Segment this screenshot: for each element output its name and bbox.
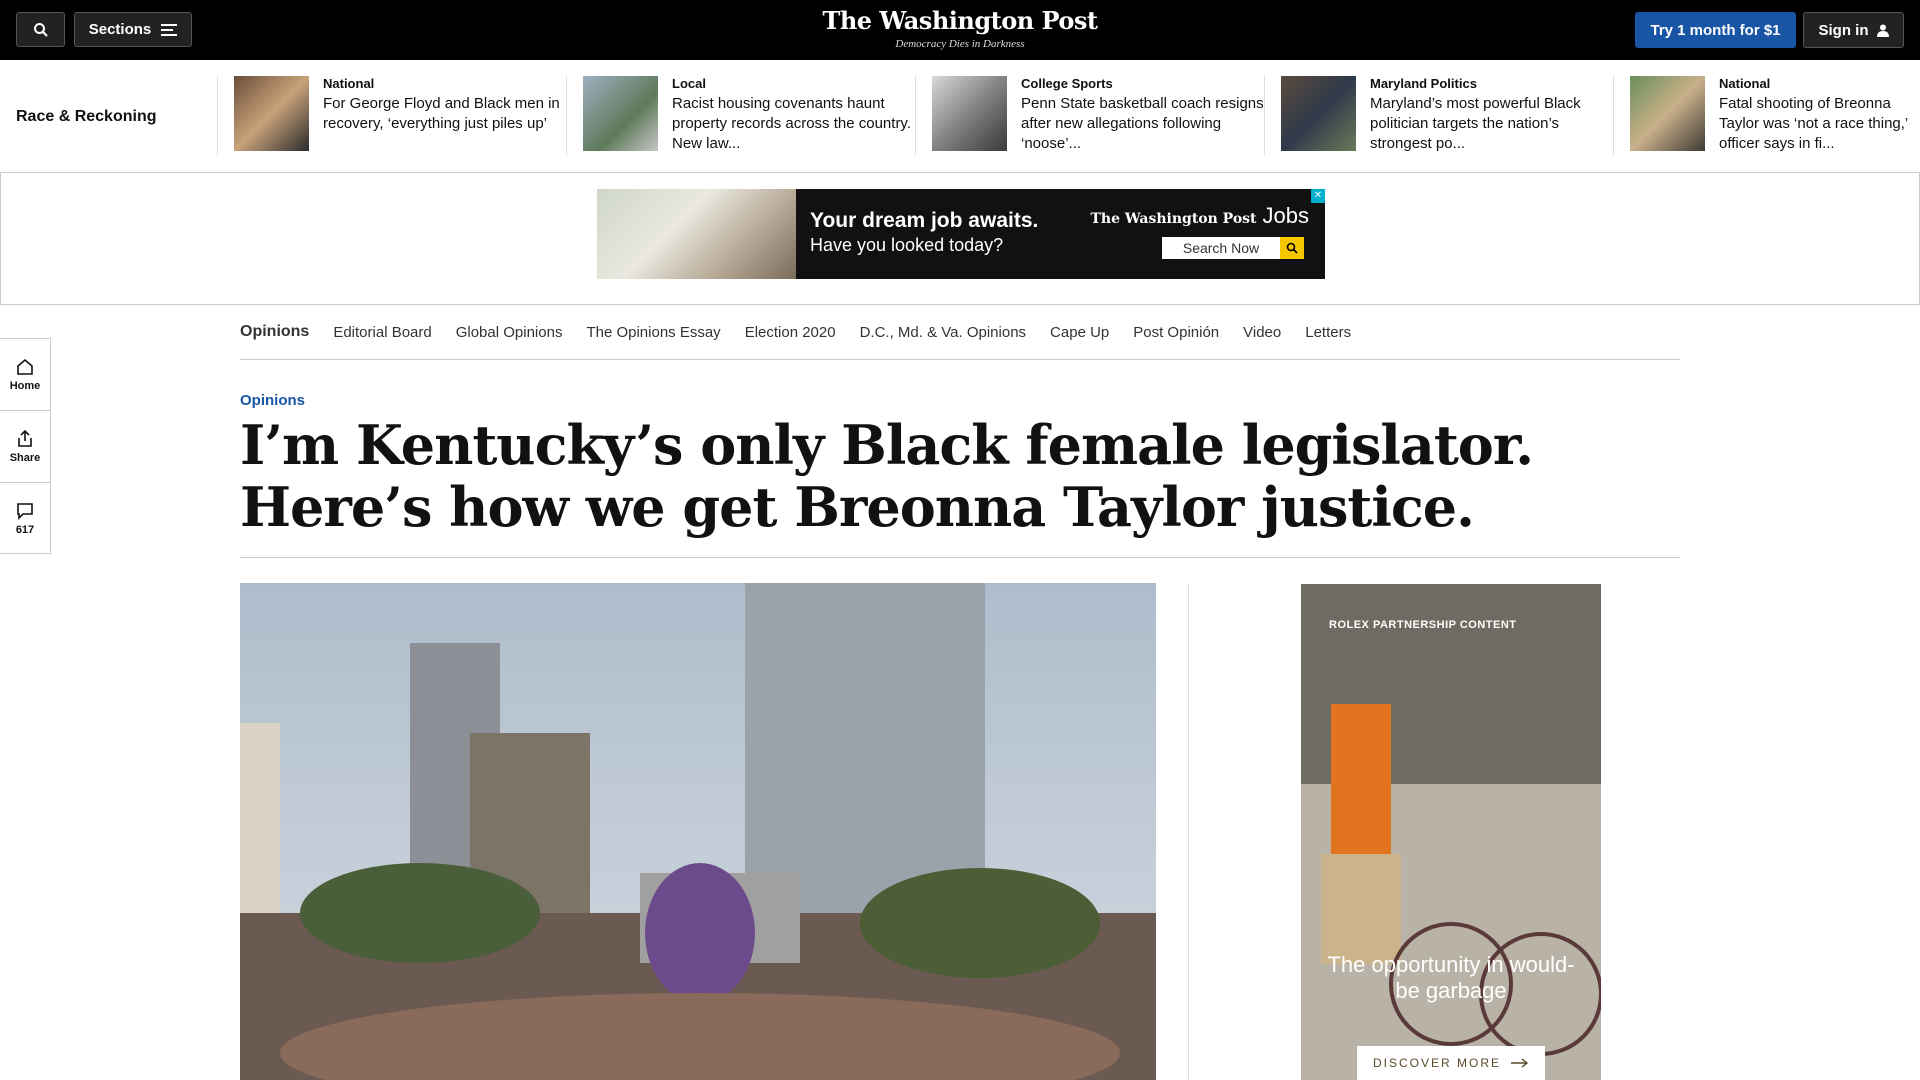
strip-item[interactable]: National Fatal shooting of Breonna Taylo… <box>1613 76 1920 155</box>
nav-dc-md-va[interactable]: D.C., Md. & Va. Opinions <box>860 324 1026 341</box>
search-button[interactable] <box>16 12 65 47</box>
column-divider <box>1188 583 1189 1080</box>
search-icon <box>1286 242 1298 254</box>
search-icon <box>33 22 48 37</box>
strip-headline[interactable]: Racist housing covenants haunt property … <box>672 94 915 154</box>
share-icon <box>18 429 32 447</box>
strip-item[interactable]: Maryland Politics Maryland’s most powerf… <box>1264 76 1613 155</box>
ad-search-button[interactable]: Search Now <box>1162 237 1280 259</box>
strip-thumbnail[interactable] <box>583 76 658 151</box>
strip-kicker[interactable]: Maryland Politics <box>1370 76 1613 92</box>
strip-headline[interactable]: For George Floyd and Black men in recove… <box>323 94 566 134</box>
sign-in-button[interactable]: Sign in <box>1803 12 1904 48</box>
sections-button[interactable]: Sections <box>74 12 192 47</box>
strip-item[interactable]: National For George Floyd and Black men … <box>217 76 566 155</box>
rail-share-button[interactable]: Share <box>0 411 50 483</box>
subscribe-button[interactable]: Try 1 month for $1 <box>1635 12 1796 48</box>
site-tagline: Democracy Dies in Darkness <box>895 38 1025 50</box>
nav-cape-up[interactable]: Cape Up <box>1050 324 1109 341</box>
strip-thumbnail[interactable] <box>1281 76 1356 151</box>
opinions-nav: Opinions Editorial Board Global Opinions… <box>240 305 1680 360</box>
strip-kicker[interactable]: National <box>323 76 566 92</box>
headline-divider <box>240 557 1680 558</box>
ad-container: Your dream job awaits. Have you looked t… <box>0 172 1920 305</box>
lead-photo-illustration <box>240 583 1156 1080</box>
strip-headline[interactable]: Maryland’s most powerful Black politicia… <box>1370 94 1613 154</box>
rail-comments-button[interactable]: 617 <box>0 483 50 555</box>
nav-editorial-board[interactable]: Editorial Board <box>333 324 431 341</box>
rolex-ad-illustration <box>1301 584 1601 1080</box>
rail-comments-count: 617 <box>15 524 35 536</box>
nav-post-opinion[interactable]: Post Opinión <box>1133 324 1219 341</box>
nav-opinions[interactable]: Opinions <box>240 323 309 341</box>
ad-headline[interactable]: Your dream job awaits. <box>810 209 1038 233</box>
nav-video[interactable]: Video <box>1243 324 1281 341</box>
sections-label: Sections <box>88 21 152 38</box>
ad-search-icon-button[interactable] <box>1280 237 1304 259</box>
nav-global-opinions[interactable]: Global Opinions <box>456 324 563 341</box>
ad-photo[interactable] <box>597 189 796 279</box>
strip-headline[interactable]: Fatal shooting of Breonna Taylor was ‘no… <box>1719 94 1920 154</box>
rail-home-label: Home <box>9 379 41 392</box>
strip-item[interactable]: College Sports Penn State basketball coa… <box>915 76 1264 155</box>
ad-brand-name: The Washington Post <box>1090 211 1257 227</box>
rail-home-button[interactable]: Home <box>0 339 50 411</box>
top-bar: Sections The Washington Post Democracy D… <box>0 0 1920 60</box>
nav-election-2020[interactable]: Election 2020 <box>745 324 836 341</box>
strip-kicker[interactable]: College Sports <box>1021 76 1264 92</box>
home-icon <box>17 358 33 375</box>
strip-thumbnail[interactable] <box>932 76 1007 151</box>
ad-brand: The Washington Post Jobs <box>1091 203 1309 229</box>
nav-opinions-essay[interactable]: The Opinions Essay <box>586 324 720 341</box>
sign-in-label: Sign in <box>1818 21 1869 39</box>
arrow-right-icon <box>1511 1058 1529 1068</box>
rolex-ad[interactable]: ROLEX PARTNERSHIP CONTENT The opportunit… <box>1301 584 1601 1080</box>
rolex-cta-label: DISCOVER MORE <box>1372 1056 1501 1070</box>
jobs-ad[interactable]: Your dream job awaits. Have you looked t… <box>597 189 1325 279</box>
rolex-partnership-label: ROLEX PARTNERSHIP CONTENT <box>1329 619 1517 631</box>
side-rail: Home Share 617 <box>0 338 51 554</box>
strip-item[interactable]: Local Racist housing covenants haunt pro… <box>566 76 915 155</box>
user-icon <box>1876 24 1889 37</box>
strip-thumbnail[interactable] <box>1630 76 1705 151</box>
strip-title[interactable]: Race & Reckoning <box>16 108 156 126</box>
ad-choices-icon[interactable]: ✕ <box>1311 189 1325 203</box>
strip-kicker[interactable]: Local <box>672 76 915 92</box>
race-reckoning-strip: Race & Reckoning National For George Flo… <box>0 60 1920 172</box>
ad-brand-jobs: Jobs <box>1262 203 1309 228</box>
lead-photo[interactable] <box>240 583 1156 1080</box>
article-kicker[interactable]: Opinions <box>240 392 305 409</box>
comment-icon <box>17 503 33 520</box>
rolex-headline[interactable]: The opportunity in would-be garbage <box>1321 952 1581 1004</box>
nav-letters[interactable]: Letters <box>1305 324 1351 341</box>
rail-share-label: Share <box>9 451 41 464</box>
site-logo[interactable]: The Washington Post <box>760 6 1160 35</box>
rolex-discover-button[interactable]: DISCOVER MORE <box>1357 1046 1545 1080</box>
article-headline: I’m Kentucky’s only Black female legisla… <box>240 413 1534 539</box>
menu-icon <box>161 23 178 36</box>
strip-headline[interactable]: Penn State basketball coach resigns afte… <box>1021 94 1264 154</box>
strip-thumbnail[interactable] <box>234 76 309 151</box>
masthead[interactable]: The Washington Post Democracy Dies in Da… <box>760 6 1160 50</box>
ad-subtext[interactable]: Have you looked today? <box>810 235 1038 256</box>
strip-kicker[interactable]: National <box>1719 76 1920 92</box>
